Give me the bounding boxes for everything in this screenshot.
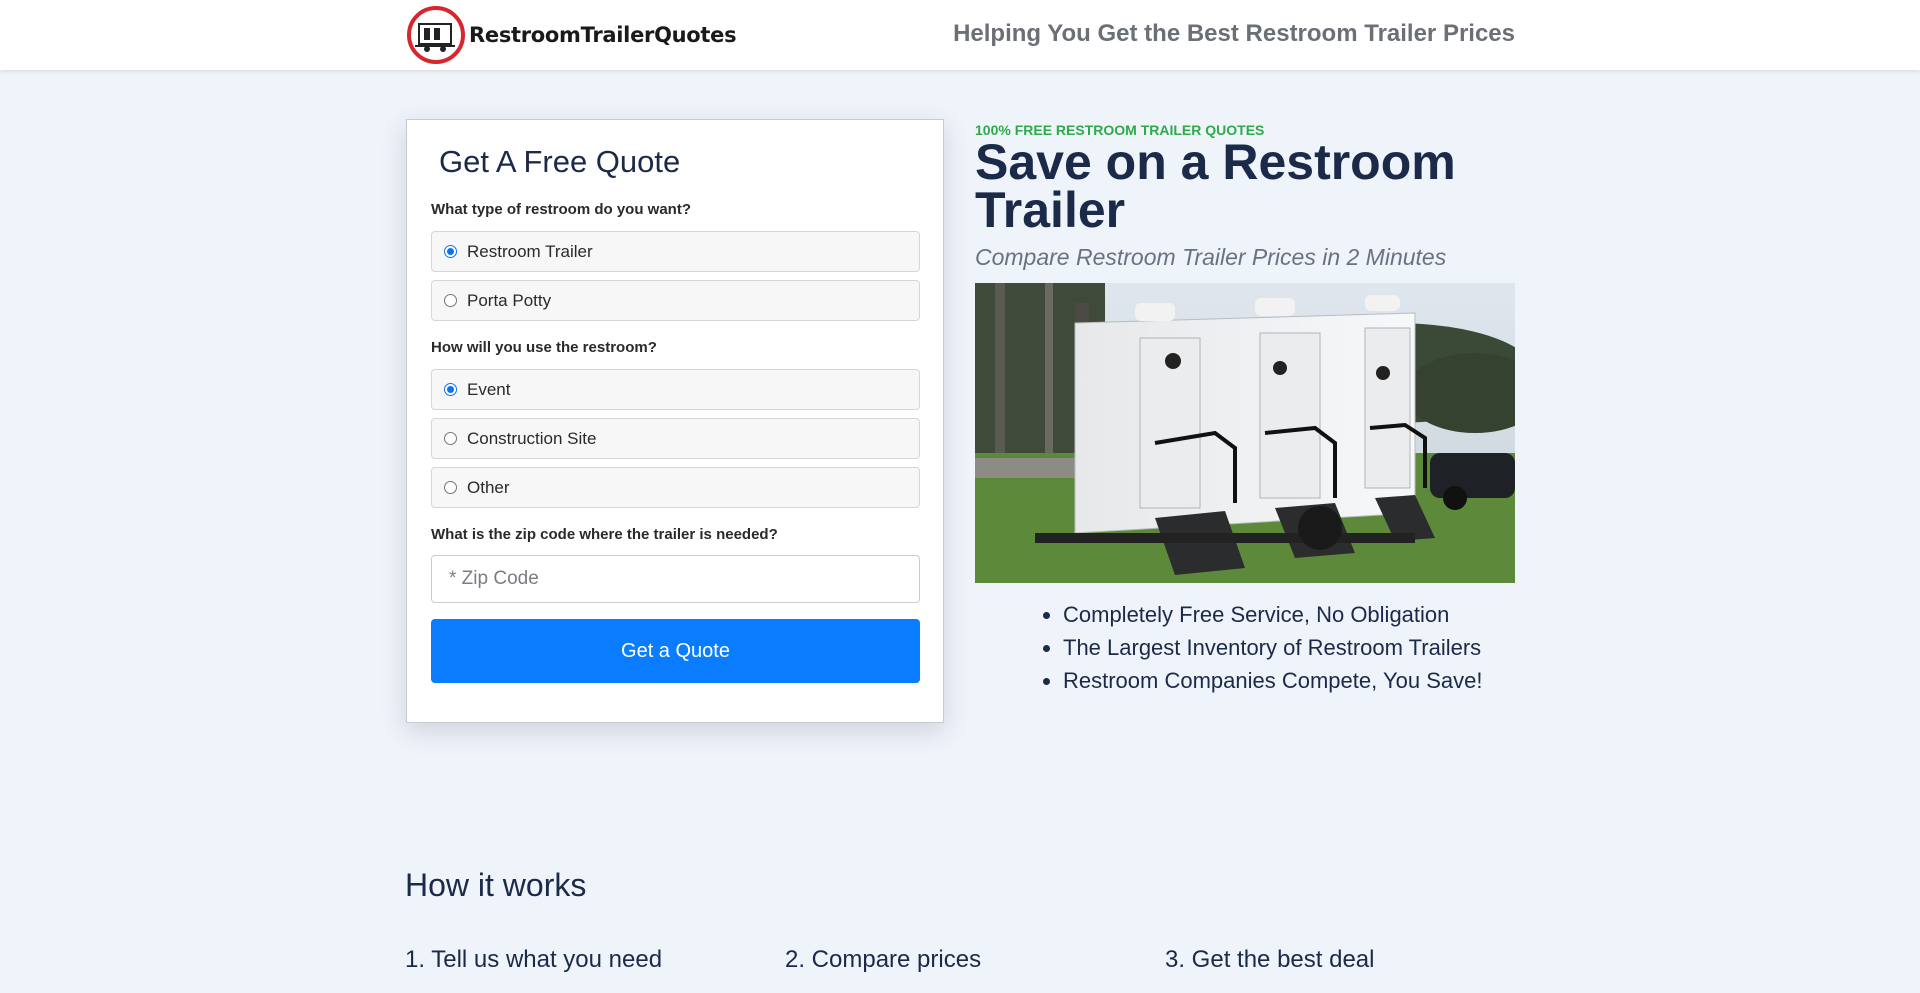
restroom-trailer-photo [975, 283, 1515, 583]
option-porta-potty[interactable]: Porta Potty [431, 280, 920, 321]
radio-porta-potty[interactable] [444, 294, 457, 307]
list-item: The Largest Inventory of Restroom Traile… [1063, 631, 1482, 664]
restroom-type-label: What type of restroom do you want? [431, 201, 692, 218]
how-it-works-heading: How it works [405, 867, 587, 903]
option-construction-site[interactable]: Construction Site [431, 418, 920, 459]
quote-form-card: Get A Free Quote What type of restroom d… [406, 119, 944, 723]
option-event[interactable]: Event [431, 369, 920, 410]
radio-construction-site[interactable] [444, 432, 457, 445]
radio-other[interactable] [444, 481, 457, 494]
option-label: Construction Site [467, 428, 597, 448]
option-label: Restroom Trailer [467, 241, 593, 261]
hero-subtitle: Compare Restroom Trailer Prices in 2 Min… [975, 244, 1447, 270]
zip-code-input[interactable] [431, 555, 920, 603]
option-label: Event [467, 379, 511, 399]
zip-code-label: What is the zip code where the trailer i… [431, 526, 778, 543]
option-restroom-trailer[interactable]: Restroom Trailer [431, 231, 920, 272]
list-item: Completely Free Service, No Obligation [1063, 598, 1482, 631]
trailer-logo-icon [407, 6, 465, 64]
logo-text: RestroomTrailerQuotes [469, 23, 737, 47]
site-header: RestroomTrailerQuotes Helping You Get th… [0, 0, 1920, 70]
form-title: Get A Free Quote [439, 144, 681, 179]
hero-title: Save on a Restroom Trailer [975, 134, 1456, 238]
radio-event[interactable] [444, 383, 457, 396]
benefits-list: Completely Free Service, No Obligation T… [1063, 598, 1482, 697]
restroom-use-label: How will you use the restroom? [431, 339, 657, 356]
option-label: Other [467, 477, 510, 497]
site-logo[interactable]: RestroomTrailerQuotes [407, 6, 737, 64]
radio-restroom-trailer[interactable] [444, 245, 457, 258]
step-1-title: 1. Tell us what you need [405, 946, 663, 973]
header-tagline: Helping You Get the Best Restroom Traile… [953, 20, 1515, 47]
step-2-title: 2. Compare prices [785, 946, 982, 973]
option-other[interactable]: Other [431, 467, 920, 508]
list-item: Restroom Companies Compete, You Save! [1063, 664, 1482, 697]
get-quote-button[interactable]: Get a Quote [431, 619, 920, 683]
option-label: Porta Potty [467, 290, 552, 310]
step-3-title: 3. Get the best deal [1165, 946, 1375, 973]
